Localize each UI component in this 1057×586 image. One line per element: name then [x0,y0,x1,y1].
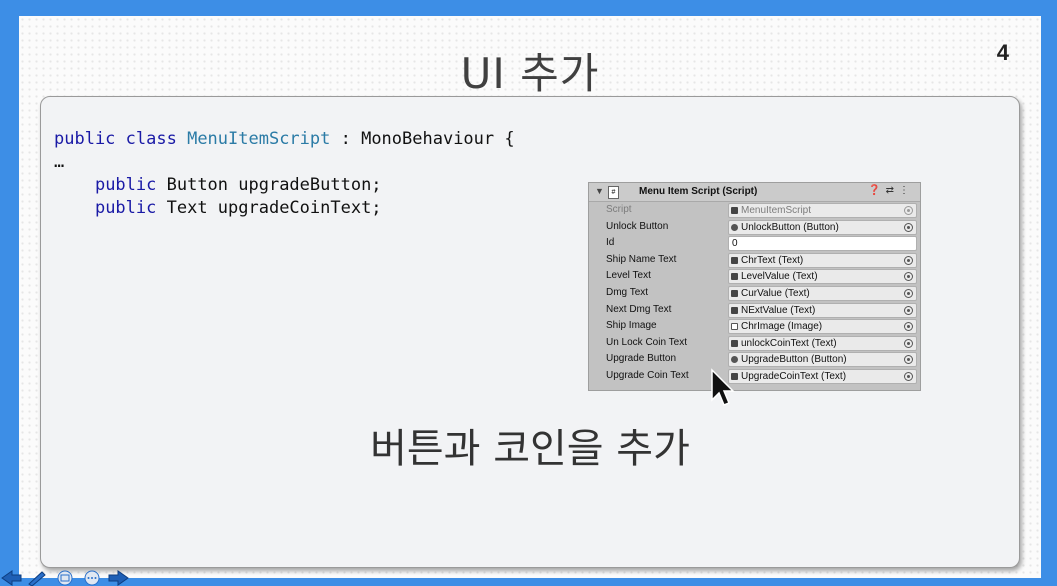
field-value: CurValue (Text) [741,288,810,299]
help-icon[interactable]: ❓ [868,185,885,196]
code-keyword: public class [54,129,177,149]
kebab-menu-icon[interactable]: ⋮ [899,185,914,196]
page-number: 4 [996,40,1009,65]
field-value: MenuItemScript [741,205,812,216]
inspector-row: Upgrade Button UpgradeButton (Button) [589,351,920,368]
object-picker-icon[interactable] [904,222,913,232]
field-label: Unlock Button [606,220,669,232]
code-ellipsis: … [54,152,65,172]
object-field[interactable]: ChrText (Text) [728,252,917,268]
code-block: public class MenuItemScript : MonoBehavi… [54,128,515,220]
field-label: Ship Image [606,320,657,332]
field-label: Dmg Text [606,287,649,298]
inspector-row: Next Dmg Text NExtValue (Text) [589,302,920,318]
slide-caption: 버튼과 코인을 추가 [370,426,690,472]
field-value: ChrImage (Image) [741,321,823,333]
inspector-row: Unlock Button UnlockButton (Button) [589,219,920,235]
image-icon [731,323,738,331]
code-keyword: public [94,198,157,218]
field-label: Level Text [606,270,651,282]
code-text: : MonoBehaviour { [330,129,515,149]
field-label: Ship Name Text [606,253,677,265]
collapse-triangle-icon[interactable]: ▼ [595,186,604,196]
object-field[interactable]: unlockCoinText (Text) [728,335,917,351]
object-field[interactable]: UpgradeCoinText (Text) [728,369,917,384]
inspector-header[interactable]: ▼ # Menu Item Script (Script) ❓⇄⋮ [589,183,920,202]
mouse-cursor-icon [711,368,735,406]
object-field[interactable]: UpgradeButton (Button) [728,352,917,368]
object-field[interactable]: ChrImage (Image) [728,319,917,335]
slide-menu-icon[interactable] [54,570,76,586]
object-picker-icon[interactable] [904,272,913,282]
field-label: Next Dmg Text [606,303,672,315]
object-picker-icon[interactable] [904,255,913,265]
text-icon [731,290,738,297]
object-picker-icon[interactable] [904,289,913,298]
field-label: Id [606,237,615,249]
inspector-row: Ship Name Text ChrText (Text) [589,252,920,268]
object-picker-icon[interactable] [904,322,913,332]
button-icon [731,223,738,231]
text-icon [731,306,738,314]
object-picker-icon [904,206,913,215]
code-text: Text upgradeCoinText; [156,198,382,218]
field-value: LevelValue (Text) [741,271,818,283]
inspector-row: Script MenuItemScript [589,202,920,218]
inspector-row: Ship Image ChrImage (Image) [589,318,920,335]
field-value: UpgradeCoinText (Text) [741,371,847,382]
field-value: ChrText (Text) [741,254,804,266]
object-picker-icon[interactable] [904,305,913,315]
inspector-row: Dmg Text CurValue (Text) [589,285,920,301]
object-field[interactable]: LevelValue (Text) [728,269,917,285]
code-class-name: MenuItemScript [187,129,331,149]
object-field[interactable]: CurValue (Text) [728,286,917,301]
next-slide-icon[interactable] [108,570,130,586]
header-icons: ❓⇄⋮ [868,185,914,196]
text-icon [731,339,738,347]
field-label: Script [606,204,632,215]
field-value: UnlockButton (Button) [741,221,839,233]
code-text: Button upgradeButton; [156,175,382,195]
object-field[interactable]: NExtValue (Text) [728,302,917,318]
field-label: Upgrade Button [606,353,677,365]
field-value: unlockCoinText (Text) [741,337,837,349]
button-icon [731,356,738,364]
code-keyword: public [94,175,157,195]
field-value: 0 [732,238,738,250]
object-field: MenuItemScript [728,203,917,218]
object-picker-icon[interactable] [904,355,913,365]
prev-slide-icon[interactable] [0,570,22,586]
slide: UI 추가 4 public class MenuItemScript : Mo… [19,16,1041,578]
script-icon [731,207,738,214]
script-file-icon: # [608,186,619,199]
pen-icon[interactable] [26,570,48,586]
field-value: UpgradeButton (Button) [741,354,847,366]
field-value: NExtValue (Text) [741,304,816,316]
field-label: Upgrade Coin Text [606,370,689,381]
object-picker-icon[interactable] [904,372,913,381]
slide-title: UI 추가 [460,49,600,98]
object-field[interactable]: UnlockButton (Button) [728,219,917,235]
more-options-icon[interactable] [81,570,103,586]
component-name: Menu Item Script (Script) [639,186,758,197]
object-picker-icon[interactable] [904,338,913,348]
inspector-row: Upgrade Coin Text UpgradeCoinText (Text) [589,368,920,384]
inspector-component: ▼ # Menu Item Script (Script) ❓⇄⋮ Script… [588,182,921,391]
id-input[interactable]: 0 [728,236,917,252]
text-icon [731,256,738,264]
inspector-row: Id 0 [589,235,920,252]
inspector-row: Un Lock Coin Text unlockCoinText (Text) [589,335,920,351]
text-icon [731,273,738,281]
inspector-row: Level Text LevelValue (Text) [589,268,920,285]
preset-icon[interactable]: ⇄ [886,185,899,196]
field-label: Un Lock Coin Text [606,336,687,348]
